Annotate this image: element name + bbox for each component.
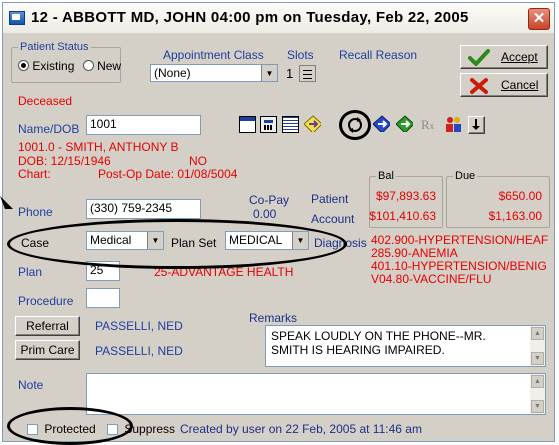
note-label: Note	[18, 378, 44, 392]
chevron-down-icon[interactable]: ▼	[261, 65, 277, 81]
existing-label[interactable]: Existing	[32, 59, 74, 73]
bal-legend: Bal	[378, 170, 394, 182]
note-textarea[interactable]: ▲ ▼	[86, 373, 546, 415]
calculator-icon[interactable]	[260, 116, 277, 133]
procedure-input[interactable]	[86, 288, 120, 308]
highlight-ellipse-refresh	[339, 110, 371, 140]
scroll-up-icon[interactable]: ▲	[531, 327, 544, 340]
diamond-arrow-icon[interactable]	[304, 115, 321, 132]
procedure-label: Procedure	[18, 294, 74, 308]
cancel-label: Cancel	[501, 78, 539, 92]
patient-dob: DOB: 12/15/1946	[18, 154, 111, 168]
accept-label: Accept	[501, 50, 538, 64]
window-icon[interactable]	[239, 116, 256, 133]
patient-due-value: $650.00	[498, 189, 542, 203]
copay-label: Co-Pay	[249, 193, 290, 207]
remarks-textarea[interactable]: SPEAK LOUDLY ON THE PHONE--MR. SMITH IS …	[265, 325, 546, 367]
cancel-x-icon	[470, 78, 488, 94]
patient-bal-value: $97,893.63	[375, 189, 436, 203]
spinner-down-icon[interactable]	[303, 78, 312, 79]
highlight-ellipse-case	[7, 219, 347, 269]
remarks-line-2: SMITH IS HEARING IMPAIRED.	[271, 343, 445, 357]
chart-label: Chart:	[18, 167, 51, 181]
remarks-line-1: SPEAK LOUDLY ON THE PHONE--MR.	[271, 329, 486, 343]
down-arrow-icon	[472, 119, 480, 130]
cancel-button[interactable]: Cancel	[460, 73, 548, 97]
plan-label: Plan	[18, 265, 43, 279]
slots-spinner[interactable]	[299, 65, 316, 82]
title-bar[interactable]: 12 - ABBOTT MD, JOHN 04:00 pm on Tuesday…	[3, 3, 554, 33]
scroll-down-icon[interactable]: ▼	[531, 352, 544, 365]
remarks-label: Remarks	[249, 311, 298, 325]
account-balance-label: Account	[311, 212, 355, 226]
blue-diamond-icon[interactable]	[373, 115, 390, 132]
account-bal-value: $101,410.63	[369, 209, 436, 223]
spinner-mid-line	[303, 74, 312, 75]
scroll-down-icon[interactable]: ▼	[531, 400, 544, 413]
referral-button[interactable]: Referral	[15, 316, 80, 336]
green-diamond-icon[interactable]	[396, 115, 413, 132]
slots-value[interactable]: 1	[286, 66, 293, 81]
appointment-class-value: (None)	[154, 66, 191, 80]
referral-name: PASSELLI, NED	[95, 319, 183, 333]
rx-icon[interactable]: Rx	[421, 117, 434, 133]
prim-care-name: PASSELLI, NED	[95, 344, 183, 358]
account-due-value: $1,163.00	[488, 209, 542, 223]
deceased-label: Deceased	[18, 94, 73, 108]
window-title: 12 - ABBOTT MD, JOHN 04:00 pm on Tuesday…	[31, 9, 469, 26]
patient-balance-label: Patient	[311, 192, 349, 206]
checkmark-icon	[468, 49, 490, 66]
new-label[interactable]: New	[97, 59, 121, 73]
app-icon	[9, 11, 25, 25]
name-dob-input[interactable]: 1001	[86, 115, 201, 135]
slots-label: Slots	[287, 48, 314, 62]
diagnosis-item: V04.80-VACCINE/FLU	[371, 272, 492, 286]
patient-no-flag: NO	[189, 154, 207, 168]
diagnosis-list: 402.900-HYPERTENSION/HEAF 285.90-ANEMIA …	[371, 234, 548, 286]
patient-status-legend: Patient Status	[20, 41, 89, 53]
phone-label: Phone	[18, 205, 53, 219]
remarks-scrollbar[interactable]: ▲ ▼	[530, 326, 545, 366]
created-by-text: Created by user on 22 Feb, 2005 at 11:46…	[180, 422, 422, 436]
due-legend: Due	[455, 170, 476, 182]
close-button[interactable]: ✕	[528, 8, 550, 30]
spinner-up-icon[interactable]	[303, 70, 312, 71]
recall-reason-label: Recall Reason	[339, 48, 418, 62]
down-arrow-button[interactable]	[468, 116, 485, 134]
appointment-window: 12 - ABBOTT MD, JOHN 04:00 pm on Tuesday…	[2, 2, 555, 445]
name-dob-label: Name/DOB	[18, 122, 80, 136]
existing-radio[interactable]	[18, 60, 29, 71]
patient-id-name: 1001.0 - SMITH, ANTHONY B	[18, 140, 179, 154]
appointment-class-select[interactable]: (None) ▼	[150, 64, 278, 82]
copay-value: 0.00	[253, 207, 277, 221]
appointment-class-label: Appointment Class	[163, 48, 264, 62]
calendar-grid-icon[interactable]	[282, 116, 299, 133]
prim-care-button[interactable]: Prim Care	[15, 340, 80, 360]
scroll-up-icon[interactable]: ▲	[531, 375, 544, 388]
post-op-date: Post-Op Date: 01/08/5004	[98, 167, 238, 181]
highlight-ellipse-protected	[7, 407, 133, 445]
patient-status-radios: Existing New	[18, 59, 121, 73]
people-icon[interactable]	[444, 115, 461, 132]
note-scrollbar[interactable]: ▲ ▼	[530, 374, 545, 414]
phone-input[interactable]: (330) 759-2345	[86, 199, 201, 219]
accept-button[interactable]: Accept	[460, 45, 548, 69]
new-radio[interactable]	[82, 60, 94, 71]
pointer-arrow-icon	[0, 196, 13, 209]
